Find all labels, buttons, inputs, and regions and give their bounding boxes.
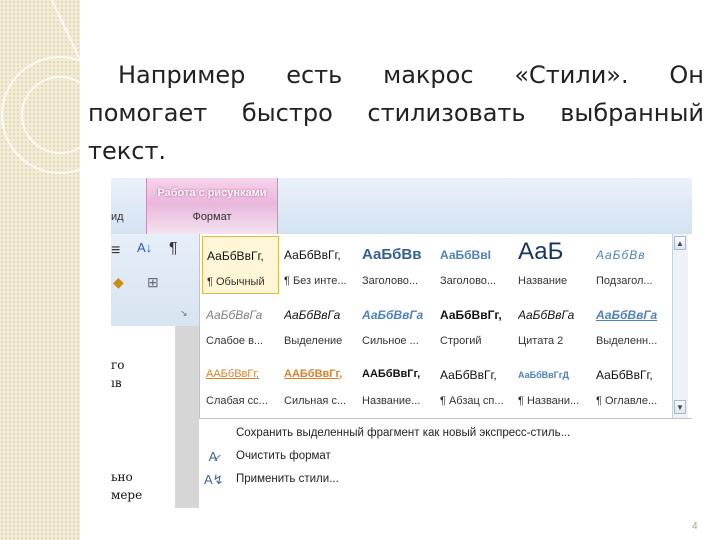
decorative-side-band — [0, 0, 80, 540]
menu-item-save-quick-style[interactable]: Сохранить выделенный фрагмент как новый … — [199, 424, 692, 446]
style-label: ¶ Абзац сп... — [440, 395, 504, 407]
style-sample: АаБбВвГг, — [440, 308, 502, 322]
menu-item-clear-formatting[interactable]: A̷ Очистить формат — [199, 447, 692, 469]
style-label: Цитата 2 — [518, 335, 564, 347]
doc-text-fragment: го — [111, 358, 125, 372]
tab-view-fragment[interactable]: ид — [111, 211, 124, 223]
word-screenshot: ид Работа с рисунками Формат ≡ A↓ ¶ ◆ ⊞ … — [111, 178, 692, 508]
dialog-launcher-icon[interactable]: ↘ — [180, 308, 188, 319]
doc-text-fragment: мере — [111, 488, 143, 502]
style-sample: АаБбВвГг, — [207, 249, 264, 263]
style-item-heading-1[interactable]: АаБбВв Заголово... — [358, 236, 435, 294]
context-tab-title: Работа с рисунками — [157, 187, 267, 199]
paragraph-line-3: текст. — [88, 137, 167, 165]
gallery-scrollbar[interactable]: ▲ ▼ — [672, 234, 688, 418]
style-item-quote[interactable]: АаБбВвГа Цитата 2 — [514, 296, 591, 354]
style-sample: АаБбВвГг, — [284, 248, 341, 262]
doc-text-fragment: ьно — [111, 470, 133, 484]
style-sample: АаБбВвГгД — [518, 370, 569, 380]
doc-text-fragment: ıв — [111, 376, 122, 390]
style-label: ¶ Обычный — [207, 276, 265, 288]
scroll-down-icon[interactable]: ▼ — [674, 400, 686, 414]
style-label: Строгий — [440, 335, 482, 347]
menu-item-label: Сохранить выделенный фрагмент как новый … — [236, 427, 571, 439]
style-sample: ААБбВвГг, — [284, 368, 343, 380]
style-sample: АаБбВвГа — [362, 308, 424, 322]
style-item-list-paragraph[interactable]: АаБбВвГг, ¶ Абзац сп... — [436, 356, 513, 414]
style-label: Сильная с... — [284, 395, 347, 407]
style-sample: АаБбВвГа — [206, 308, 263, 322]
style-sample: АаБбВвГа — [596, 308, 658, 322]
style-label: Заголово... — [440, 275, 497, 287]
style-label: Выделение — [284, 335, 343, 347]
tab-format[interactable]: Формат — [147, 211, 277, 223]
menu-item-label: Очистить формат — [236, 450, 331, 462]
style-label: Подзагол... — [596, 275, 653, 287]
style-label: ¶ Оглавле... — [596, 395, 658, 407]
style-label: Заголово... — [362, 275, 419, 287]
style-sample: АаБбВвГа — [518, 308, 575, 322]
style-sample: АаБбВвГа — [284, 308, 341, 322]
paragraph-toolbar: ≡ A↓ ¶ ◆ ⊞ ↘ — [111, 234, 199, 327]
style-item-intense-quote[interactable]: АаБбВвГа Выделенн... — [592, 296, 669, 354]
borders-icon[interactable]: ⊞ — [147, 274, 159, 291]
style-sample: АаБ — [518, 238, 564, 265]
sort-arrow-glyph: ↓ — [145, 240, 153, 255]
style-item-heading-2[interactable]: АаБбВвІ Заголово... — [436, 236, 513, 294]
clear-format-icon: A̷ — [208, 449, 218, 464]
style-label: ¶ Названи... — [518, 395, 580, 407]
style-item-subtle-emphasis[interactable]: АаБбВвГа Слабое в... — [202, 296, 279, 354]
paragraph-line-2: помогает быстро стилизовать выбранный — [88, 99, 704, 127]
pilcrow-icon[interactable]: ¶ — [169, 240, 178, 258]
style-item-subtle-reference[interactable]: ААБбВвГг, Слабая сс... — [202, 356, 279, 414]
style-item-intense-reference[interactable]: ААБбВвГг, Сильная с... — [280, 356, 357, 414]
style-item-toc-heading[interactable]: АаБбВвГг, ¶ Оглавле... — [592, 356, 669, 414]
style-item-subtitle[interactable]: АаБбВв Подзагол... — [592, 236, 669, 294]
style-item-intense-emphasis[interactable]: АаБбВвГа Сильное ... — [358, 296, 435, 354]
menu-item-apply-styles[interactable]: A↯ Применить стили... — [199, 470, 692, 492]
shading-icon[interactable]: ◆ — [113, 274, 124, 291]
style-label: ¶ Без инте... — [284, 275, 347, 287]
style-label: Сильное ... — [362, 335, 419, 347]
document-margin-shadow — [175, 326, 199, 508]
page-number: 4 — [692, 521, 698, 532]
decorative-arcs — [1, 0, 80, 174]
slide-paragraph: Например есть макрос «Стили». Он помогае… — [88, 56, 704, 170]
style-item-emphasis[interactable]: АаБбВвГа Выделение — [280, 296, 357, 354]
styles-gallery: АаБбВвГг, ¶ Обычный АаБбВвГг, ¶ Без инте… — [199, 234, 686, 418]
sort-icon[interactable]: A↓ — [137, 240, 152, 255]
style-label: Название — [518, 275, 568, 287]
document-page: го ıв ьно мере — [111, 326, 175, 508]
style-item-book-title[interactable]: ААБбВвГг, Название... — [358, 356, 435, 414]
style-sample: АаБбВвГг, — [596, 368, 653, 382]
style-item-normal[interactable]: АаБбВвГг, ¶ Обычный — [202, 236, 279, 294]
style-label: Слабая сс... — [206, 395, 268, 407]
style-item-strong[interactable]: АаБбВвГг, Строгий — [436, 296, 513, 354]
style-sample: АаБбВвІ — [440, 248, 491, 262]
style-label: Выделенн... — [596, 335, 658, 347]
list-icon[interactable]: ≡ — [111, 242, 120, 260]
style-item-caption[interactable]: АаБбВвГгД ¶ Названи... — [514, 356, 591, 414]
picture-tools-context-tab[interactable]: Работа с рисунками Формат — [146, 178, 278, 234]
style-label: Слабое в... — [206, 335, 264, 347]
paragraph-line-1: Например есть макрос «Стили». Он — [118, 61, 704, 89]
menu-item-label: Применить стили... — [236, 473, 339, 485]
styles-menu: Сохранить выделенный фрагмент как новый … — [199, 418, 692, 508]
style-sample: АаБбВв — [596, 248, 646, 262]
style-item-no-spacing[interactable]: АаБбВвГг, ¶ Без инте... — [280, 236, 357, 294]
apply-styles-icon: A↯ — [204, 472, 224, 487]
style-sample: АаБбВвГг, — [440, 368, 497, 382]
style-item-title[interactable]: АаБ Название — [514, 236, 591, 294]
style-sample: ААБбВвГг, — [362, 368, 421, 380]
style-sample: ААБбВвГг, — [206, 368, 260, 380]
style-sample: АаБбВв — [362, 246, 422, 263]
style-label: Название... — [362, 395, 421, 407]
ribbon-header: ид Работа с рисунками Формат — [111, 178, 692, 234]
scroll-up-icon[interactable]: ▲ — [674, 236, 686, 250]
